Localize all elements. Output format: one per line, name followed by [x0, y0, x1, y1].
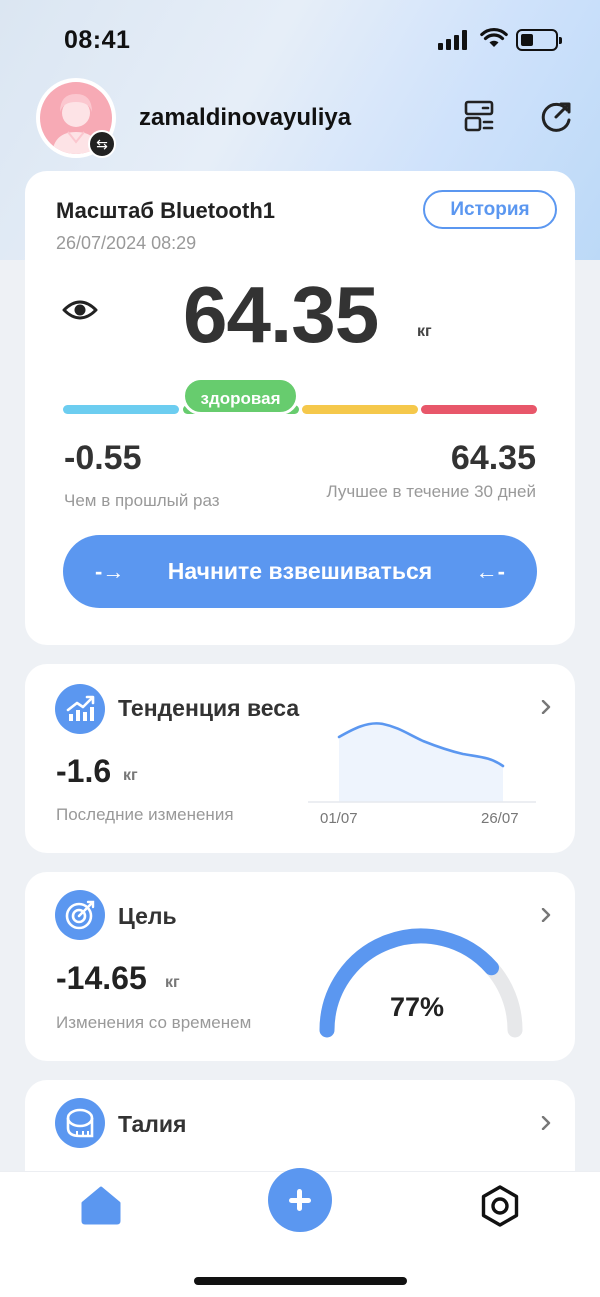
cellular-signal-icon	[438, 30, 468, 50]
settings-icon[interactable]	[478, 1184, 522, 1228]
plus-icon-vertical	[297, 1189, 302, 1211]
goal-label: Изменения со временем	[56, 1013, 252, 1032]
chevron-right-icon[interactable]	[539, 908, 553, 922]
bmi-bar-overweight	[302, 405, 418, 414]
weight-trend-card[interactable]: Тенденция веса -1.6 кг Последние изменен…	[25, 664, 575, 853]
bmi-bar-underweight	[63, 405, 179, 414]
goal-unit: кг	[165, 974, 180, 991]
battery-icon	[516, 29, 562, 51]
switch-user-icon[interactable]: ⇆	[88, 130, 116, 158]
target-icon	[55, 890, 105, 940]
start-weighing-button[interactable]: -→ Начните взвешиваться ←-	[63, 535, 537, 608]
status-time: 08:41	[64, 26, 131, 54]
bmi-status-badge: здоровая	[182, 377, 299, 415]
arrow-left-icon: ←-	[475, 559, 505, 584]
trend-icon	[55, 684, 105, 734]
trend-start-date: 01/07	[320, 810, 358, 827]
scale-name: Масштаб Bluetooth1	[56, 198, 275, 223]
username: zamaldinovayuliya	[139, 104, 352, 131]
start-weighing-label: Начните взвешиваться	[167, 558, 433, 584]
sync-icon[interactable]	[539, 100, 573, 134]
waist-title: Талия	[118, 1111, 187, 1137]
goal-card[interactable]: Цель -14.65 кг Изменения со временем 77%	[25, 872, 575, 1061]
chevron-right-icon[interactable]	[539, 700, 553, 714]
weight-card: Масштаб Bluetooth1 26/07/2024 08:29 Исто…	[25, 171, 575, 645]
status-bar: 08:41	[0, 0, 600, 80]
add-measurement-button[interactable]	[268, 1168, 332, 1232]
device-list-icon[interactable]	[463, 100, 495, 132]
bmi-bar-obese	[421, 405, 537, 414]
trend-label: Последние изменения	[56, 805, 234, 824]
goal-value: -14.65	[56, 960, 147, 996]
home-indicator	[194, 1277, 407, 1285]
diff-label: Чем в прошлый раз	[64, 491, 220, 510]
trend-value: -1.6	[56, 753, 112, 789]
weight-value: 64.35	[183, 270, 379, 359]
history-button[interactable]: История	[423, 190, 557, 229]
best-label: Лучшее в течение 30 дней	[326, 482, 536, 501]
tape-measure-icon	[55, 1098, 105, 1148]
diff-value: -0.55	[64, 439, 142, 477]
trend-title: Тенденция веса	[118, 695, 300, 721]
measurement-datetime: 26/07/2024 08:29	[56, 233, 197, 253]
goal-progress-text: 77%	[390, 992, 445, 1022]
best-value: 64.35	[450, 439, 536, 477]
trend-sparkline	[308, 722, 536, 803]
trend-end-date: 26/07	[481, 810, 519, 827]
trend-unit: кг	[123, 767, 138, 784]
wifi-icon	[480, 27, 508, 47]
eye-icon[interactable]	[62, 296, 98, 324]
goal-progress-gauge	[319, 928, 523, 1038]
home-icon[interactable]	[79, 1183, 123, 1227]
chevron-right-icon[interactable]	[539, 1116, 553, 1130]
weight-unit: кг	[417, 323, 432, 340]
goal-title: Цель	[118, 903, 177, 929]
